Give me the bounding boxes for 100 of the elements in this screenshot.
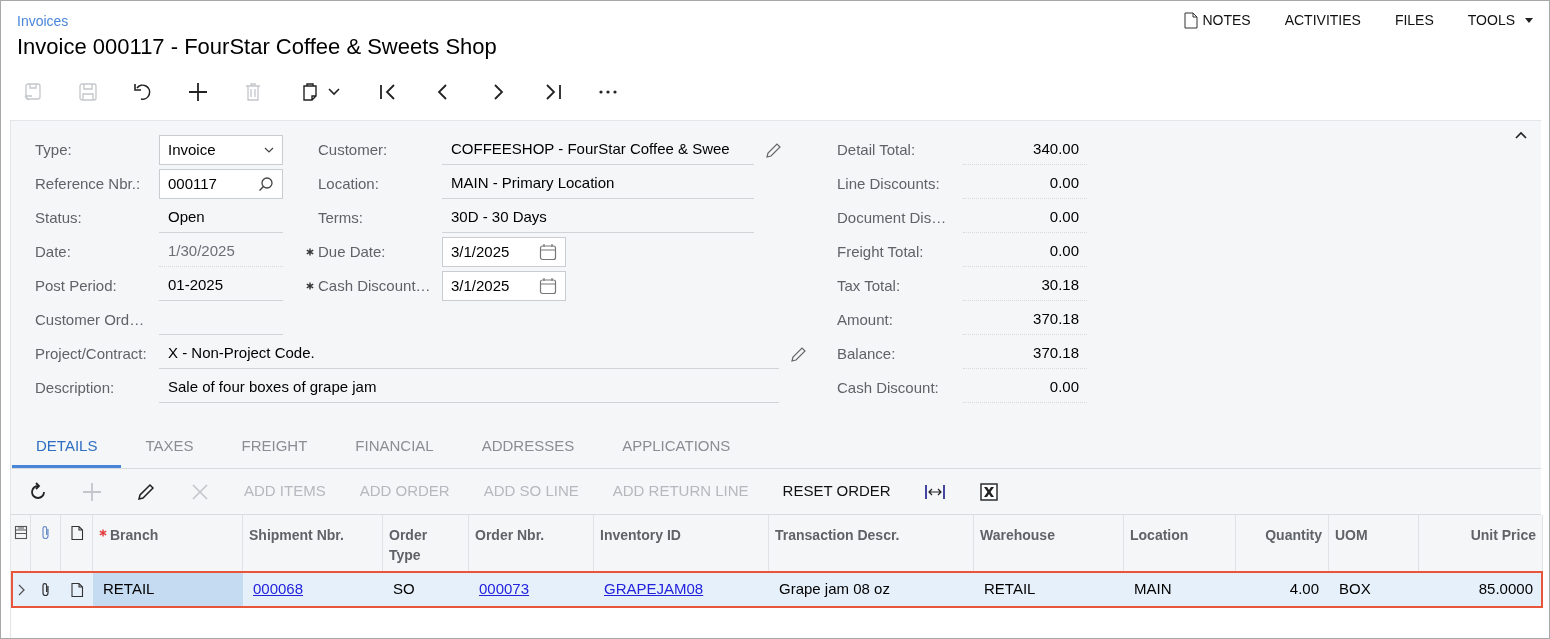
tab[interactable]: TAXES (121, 428, 218, 468)
field-label: Line Discounts: (837, 173, 940, 194)
field-label: Post Period: (35, 275, 117, 296)
column-header[interactable]: Branch (110, 525, 159, 545)
field-label: Cash Discount… (318, 275, 431, 296)
search-icon (258, 176, 274, 192)
caret-icon (1525, 17, 1533, 23)
note-icon[interactable] (70, 581, 84, 598)
save-icon (77, 82, 98, 102)
column-header[interactable]: Warehouse (980, 525, 1055, 545)
field-value: 30D - 30 Days (442, 203, 754, 233)
delete-icon (190, 481, 210, 502)
field-value: 01-2025 (159, 271, 283, 301)
field-label: Customer Ord… (35, 309, 145, 330)
column-header[interactable]: Order Type (389, 525, 462, 565)
pencil-icon[interactable] (766, 142, 782, 158)
total-value: 0.00 (963, 169, 1087, 199)
field-label: Amount: (837, 309, 893, 330)
table-cell-text: 4.00 (1288, 579, 1320, 600)
tab[interactable]: FREIGHT (217, 428, 332, 468)
header-link[interactable]: FILES (1394, 11, 1434, 29)
total-value: 340.00 (963, 135, 1087, 165)
field-label: Detail Total: (837, 139, 916, 160)
tab[interactable]: APPLICATIONS (598, 428, 755, 468)
field-label: Tax Total: (837, 275, 901, 296)
column-header[interactable]: Order Nbr. (475, 525, 545, 545)
column-header[interactable]: Inventory ID (600, 525, 681, 545)
table-link[interactable]: 000068 (253, 578, 304, 601)
calendar-icon (539, 277, 557, 295)
column-header[interactable]: Location (1130, 525, 1189, 545)
total-value: 0.00 (963, 373, 1087, 403)
table-row[interactable]: RETAIL 000068 SO 000073 GRAPEJAM08 Grape jam 08 oz RETAIL MAIN 4.00 BOX 85.0000 (11, 571, 1543, 608)
field-label: Type: (35, 139, 72, 160)
field-label: Location: (318, 173, 379, 194)
field-value: X - Non-Project Code. (159, 339, 779, 369)
field-label: Reference Nbr.: (35, 173, 141, 194)
total-value: 370.18 (963, 339, 1087, 369)
column-header[interactable]: Quantity (1265, 525, 1322, 545)
total-value: 30.18 (963, 271, 1087, 301)
tools-menu[interactable]: TOOLS (1467, 11, 1533, 29)
field-value: Sale of four boxes of grape jam (159, 373, 779, 403)
note-icon (69, 525, 84, 541)
column-chooser-icon[interactable] (13, 525, 28, 541)
breadcrumb-link[interactable]: Invoices (17, 12, 497, 30)
pencil-icon (136, 481, 156, 502)
table-cell: RETAIL (93, 571, 243, 608)
total-value: 0.00 (963, 237, 1087, 267)
table-cell-text: Grape jam 08 oz (778, 579, 891, 600)
column-header[interactable]: Shipment Nbr. (249, 525, 344, 545)
field-value: COFFEESHOP - FourStar Coffee & Swee (442, 135, 754, 165)
first-record-icon (377, 82, 398, 102)
search-field[interactable]: 000117 (159, 169, 283, 199)
tab[interactable]: ADDRESSES (457, 428, 599, 468)
field-label: Description: (35, 377, 115, 398)
tab[interactable]: FINANCIAL (331, 428, 458, 468)
field-label: Status: (35, 207, 82, 228)
notes-link[interactable]: NOTES (1184, 11, 1251, 29)
table-cell-text: 85.0000 (1477, 579, 1534, 600)
table-cell-text: MAIN (1133, 579, 1173, 600)
field-value: MAIN - Primary Location (442, 169, 754, 199)
field-label: Customer: (318, 139, 388, 160)
field-label: Date: (35, 241, 71, 262)
total-value: 370.18 (963, 305, 1087, 335)
type-dropdown[interactable]: Invoice (159, 135, 283, 165)
field-label: Balance: (837, 343, 896, 364)
table-cell-text: SO (392, 579, 416, 600)
field-label: Document Dis… (837, 207, 947, 228)
calendar-icon (539, 243, 557, 261)
more-icon (598, 90, 617, 94)
total-value: 0.00 (963, 203, 1087, 233)
field-value: 1/30/2025 (159, 237, 283, 267)
field-label: Terms: (318, 207, 363, 228)
field-label: Project/Contract: (35, 343, 147, 364)
refresh-icon (28, 481, 48, 502)
table-link[interactable]: 000073 (479, 578, 530, 601)
excel-export-icon (978, 481, 999, 502)
header-link[interactable]: ACTIVITIES (1284, 11, 1361, 29)
chevron-down-icon (264, 147, 274, 153)
column-header[interactable]: Unit Price (1470, 525, 1536, 545)
chevron-down-icon (328, 88, 340, 96)
table-cell-text: BOX (1338, 579, 1372, 600)
collapse-icon[interactable] (1515, 131, 1527, 139)
column-header[interactable]: UOM (1335, 525, 1368, 545)
field-label: Freight Total: (837, 241, 924, 262)
tab[interactable]: DETAILS (12, 428, 122, 468)
add-icon (82, 481, 102, 502)
table-link[interactable]: GRAPEJAM08 (604, 578, 704, 601)
date-field[interactable]: 3/1/2025 (442, 237, 566, 267)
date-field[interactable]: 3/1/2025 (442, 271, 566, 301)
toolbar-button[interactable]: RESET ORDER (765, 475, 908, 508)
field-label: Cash Discount: (837, 377, 939, 398)
pencil-icon[interactable] (791, 346, 807, 362)
clipboard-icon (300, 82, 320, 102)
note-icon (1184, 11, 1199, 29)
save-exit-icon (22, 82, 43, 102)
column-header[interactable]: Transaction Descr. (775, 525, 900, 545)
page-title: Invoice 000117 - FourStar Coffee & Sweets Shop (17, 33, 497, 61)
field-label: Due Date: (318, 241, 386, 262)
table-cell-text: RETAIL (983, 579, 1037, 600)
add-icon (187, 82, 208, 102)
